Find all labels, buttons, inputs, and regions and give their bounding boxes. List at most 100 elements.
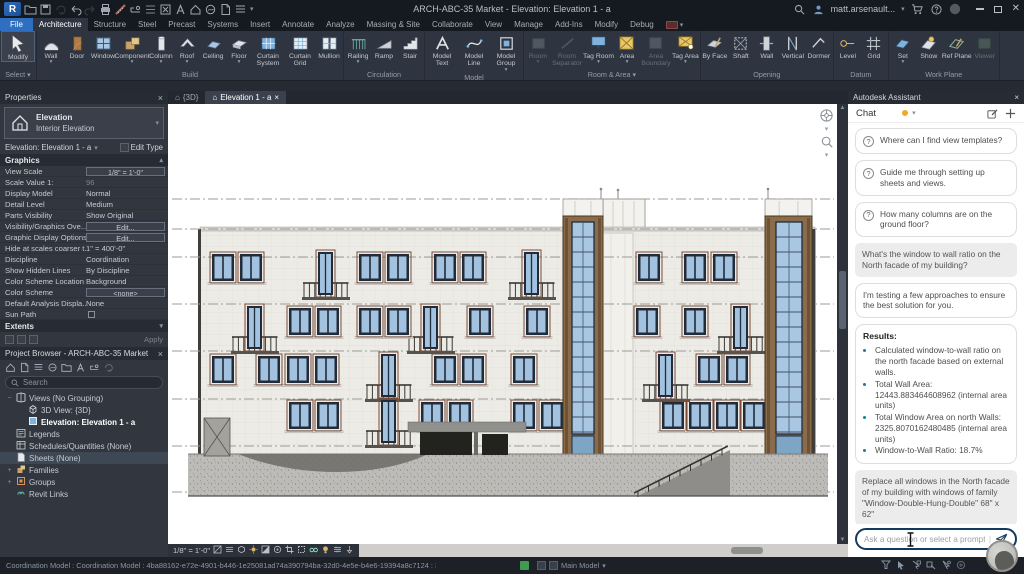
reveal-hidden-icon[interactable] xyxy=(321,545,330,556)
project-browser-close-icon[interactable]: × xyxy=(158,349,163,359)
dropdown-caret-icon[interactable]: ▾ xyxy=(160,60,163,64)
property-value[interactable] xyxy=(88,311,95,318)
detail-level-icon[interactable] xyxy=(225,545,234,556)
ribbon-tab-view[interactable]: View xyxy=(479,18,508,31)
modify-button[interactable]: Modify xyxy=(1,31,35,62)
shadows-icon[interactable] xyxy=(261,545,270,556)
thin-lines-icon[interactable] xyxy=(144,3,157,16)
instance-caret-icon[interactable]: ▾ xyxy=(94,144,98,152)
steering-wheel-icon[interactable] xyxy=(819,108,834,123)
ribbon-tab-massing-site[interactable]: Massing & Site xyxy=(361,18,426,31)
selection-toggle-icon-2[interactable] xyxy=(896,560,906,572)
tree-item-legends[interactable]: Legends xyxy=(0,428,168,440)
graphics-section-header[interactable]: Graphics▴ xyxy=(0,154,168,166)
redo-icon[interactable] xyxy=(84,3,97,16)
property-value[interactable]: Edit... xyxy=(86,233,165,242)
edit-type-button[interactable]: Edit Type xyxy=(120,143,163,152)
tag-room-button[interactable]: Tag Room▾ xyxy=(583,31,614,64)
extents-section-header[interactable]: Extents▾ xyxy=(0,320,168,332)
property-value[interactable]: 1/8" = 1'-0" xyxy=(86,167,165,176)
type-selector-caret-icon[interactable]: ▾ xyxy=(155,119,159,127)
screen-record-icon[interactable] xyxy=(666,21,678,29)
viewer-button[interactable]: Viewer xyxy=(972,31,998,60)
design-option-icon[interactable] xyxy=(549,561,558,570)
area-boundary-button[interactable]: Area Boundary xyxy=(640,31,672,68)
wall-button[interactable]: Wall xyxy=(754,31,780,60)
vertical-scrollbar[interactable]: ▲ ▼ xyxy=(837,104,848,544)
temporary-hide-icon[interactable] xyxy=(309,545,318,556)
canvas[interactable]: ▾ ▾ ▲ ▼ xyxy=(168,104,848,544)
file-tab[interactable]: File xyxy=(0,18,33,31)
ref-plane-button[interactable]: Ref Plane xyxy=(942,31,972,60)
qat-customize-icon[interactable]: ▾ xyxy=(250,5,254,13)
model-group-button[interactable]: Model Group▾ xyxy=(490,31,522,72)
print-icon[interactable] xyxy=(99,3,112,16)
tree-item-views-no-grouping-[interactable]: −Views (No Grouping) xyxy=(0,392,168,404)
property-value[interactable]: <none> xyxy=(86,288,165,297)
scroll-down-icon[interactable]: ▼ xyxy=(837,537,848,543)
view-properties-icon[interactable] xyxy=(333,545,342,556)
ribbon-tab-precast[interactable]: Precast xyxy=(162,18,201,31)
railing-button[interactable]: Railing▾ xyxy=(345,31,371,64)
dropdown-caret-icon[interactable]: ▾ xyxy=(537,60,540,64)
mullion-button[interactable]: Mullion xyxy=(316,31,342,60)
dropdown-caret-icon[interactable]: ▾ xyxy=(597,60,600,64)
property-value[interactable]: 1" = 400'-0" xyxy=(86,244,165,253)
property-value[interactable]: Edit... xyxy=(86,222,165,231)
dropdown-caret-icon[interactable]: ▾ xyxy=(238,60,241,64)
revit-logo-icon[interactable]: R xyxy=(4,2,21,16)
tree-expand-icon[interactable]: + xyxy=(6,479,13,486)
dropdown-caret-icon[interactable]: ▾ xyxy=(357,60,360,64)
dropdown-caret-icon[interactable]: ▾ xyxy=(131,60,134,64)
rendering-icon[interactable] xyxy=(273,545,282,556)
selection-toggle-icon-4[interactable] xyxy=(926,560,936,572)
vertical-scroll-thumb[interactable] xyxy=(839,271,846,329)
tree-expand-icon[interactable]: + xyxy=(6,467,13,474)
user-avatar-icon[interactable] xyxy=(812,3,825,16)
level-button[interactable]: Level xyxy=(835,31,861,60)
selection-toggle-icon-3[interactable] xyxy=(911,560,921,572)
properties-tool-icon[interactable] xyxy=(17,335,26,344)
tree-item-3d-view-3d-[interactable]: 3D View: {3D} xyxy=(0,404,168,416)
assistant-header[interactable]: Autodesk Assistant × xyxy=(848,91,1024,104)
room-button[interactable]: Room▾ xyxy=(525,31,551,64)
browser-render-icon[interactable] xyxy=(47,362,58,373)
view-tab-elevation-1-a[interactable]: ⌂Elevation 1 - a× xyxy=(205,91,286,104)
view-tab--3d-[interactable]: ⌂{3D} xyxy=(168,91,205,104)
roof-button[interactable]: Roof▾ xyxy=(174,31,200,64)
open-icon[interactable] xyxy=(24,3,37,16)
chat-caret-icon[interactable]: ▾ xyxy=(912,109,916,117)
set-button[interactable]: Set▾ xyxy=(890,31,916,64)
selection-toggle-icon-1[interactable] xyxy=(881,560,891,572)
browser-sync-icon[interactable] xyxy=(103,362,114,373)
dropdown-caret-icon[interactable]: ▾ xyxy=(901,60,904,64)
signed-in-user[interactable]: matt.arsenault... xyxy=(831,4,896,14)
tree-item-sheets-none-[interactable]: Sheets (None) xyxy=(0,452,168,464)
grid-button[interactable]: Grid xyxy=(861,31,887,60)
ribbon-tab-annotate[interactable]: Annotate xyxy=(276,18,320,31)
type-selector[interactable]: Elevation Interior Elevation ▾ xyxy=(4,107,164,139)
door-button[interactable]: Door xyxy=(64,31,90,60)
undo-icon[interactable] xyxy=(69,3,82,16)
browser-sheet-icon[interactable] xyxy=(19,362,30,373)
close-button[interactable]: ✕ xyxy=(1012,4,1020,14)
scroll-up-icon[interactable]: ▲ xyxy=(837,105,848,111)
visual-style-icon[interactable] xyxy=(237,545,246,556)
dropdown-caret-icon[interactable]: ▾ xyxy=(186,60,189,64)
browser-text-icon[interactable] xyxy=(75,362,86,373)
tree-item-elevation-elevation-1-a[interactable]: Elevation: Elevation 1 - a xyxy=(0,416,168,428)
new-chat-plus-icon[interactable] xyxy=(1005,108,1016,119)
close-hidden-icon[interactable] xyxy=(159,3,172,16)
suggestion-card[interactable]: ?How many columns are on the ground floo… xyxy=(855,202,1017,238)
tree-item-groups[interactable]: +Groups xyxy=(0,476,168,488)
by-face-button[interactable]: By Face xyxy=(702,31,728,60)
dropdown-caret-icon[interactable]: ▾ xyxy=(626,60,629,64)
main-model-caret-icon[interactable]: ▾ xyxy=(602,562,606,570)
curtain-grid-button[interactable]: Curtain Grid xyxy=(284,31,316,68)
floor-button[interactable]: Floor▾ xyxy=(226,31,252,64)
properties-close-icon[interactable]: × xyxy=(158,93,163,103)
restore-button[interactable] xyxy=(994,6,1002,13)
property-value[interactable]: Normal xyxy=(86,189,165,198)
compose-icon[interactable] xyxy=(987,108,998,119)
tag-area-button[interactable]: Tag Area▾ xyxy=(672,31,699,64)
